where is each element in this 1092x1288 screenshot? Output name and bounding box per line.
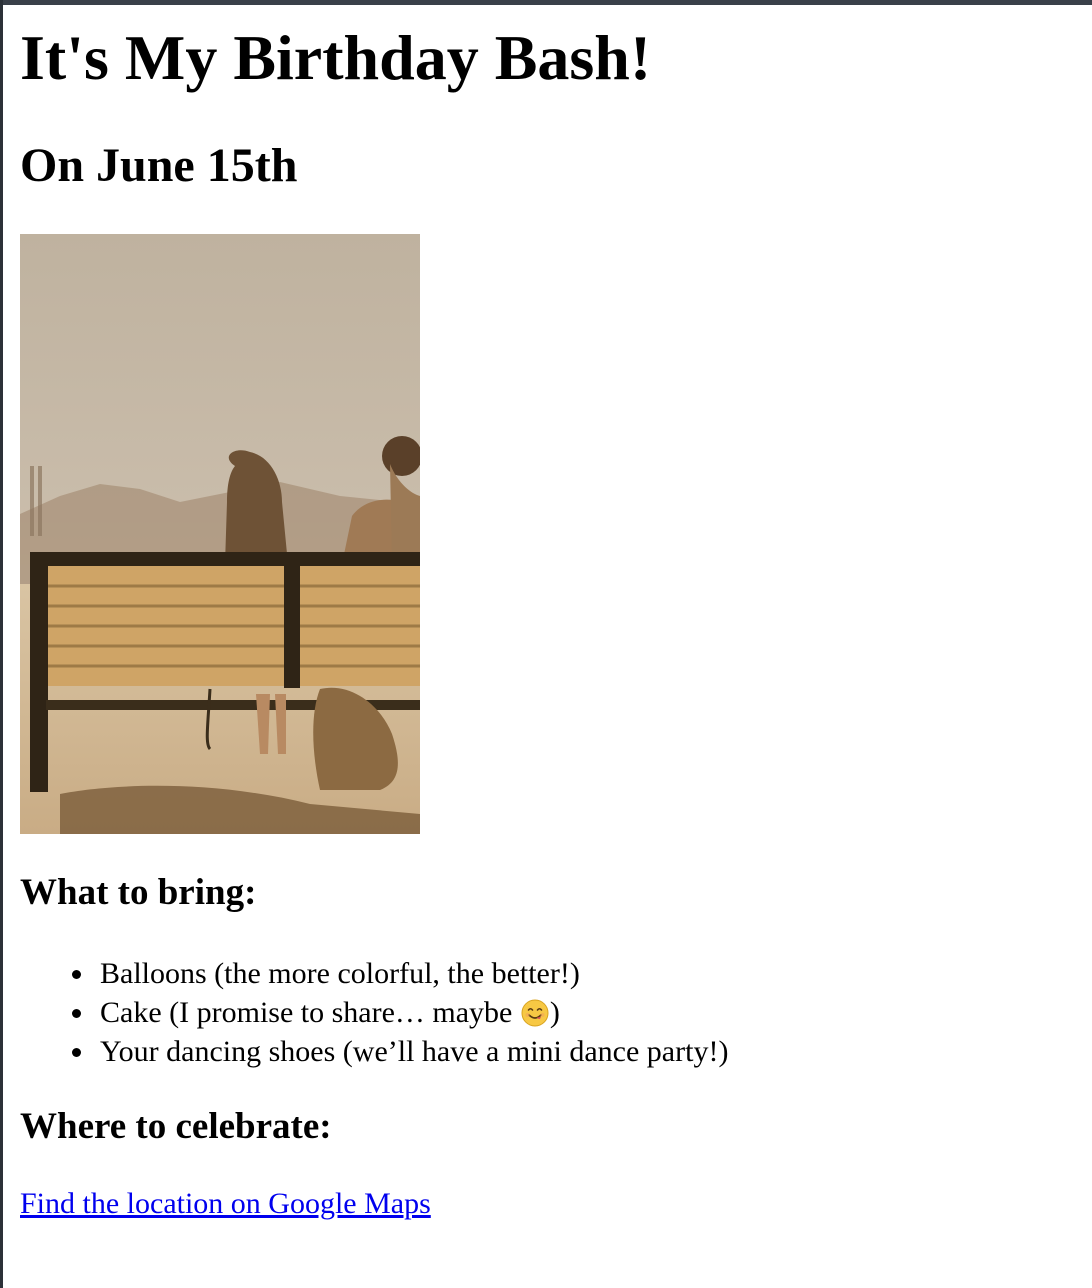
list-item: Your dancing shoes (we’ll have a mini da… <box>72 1032 729 1071</box>
party-photo <box>20 234 420 834</box>
list-item-text: Your dancing shoes (we’ll have a mini da… <box>100 1035 729 1068</box>
page-title: It's My Birthday Bash! <box>20 22 652 93</box>
bullet-icon <box>72 970 81 979</box>
list-item-text: Balloons (the more colorful, the better!… <box>100 957 580 990</box>
window-left-edge <box>0 0 3 1288</box>
browser-top-edge <box>0 0 1092 5</box>
list-item: Balloons (the more colorful, the better!… <box>72 954 728 993</box>
list-item-text-end: ) <box>549 996 560 1029</box>
bullet-icon <box>72 1009 81 1018</box>
list-item: Cake (I promise to share… maybe ) <box>72 993 728 1032</box>
where-heading: Where to celebrate: <box>20 1106 332 1147</box>
smiling-face-icon <box>521 999 549 1027</box>
bring-list: Balloons (the more colorful, the better!… <box>20 954 728 1071</box>
bullet-icon <box>72 1048 81 1057</box>
google-maps-link[interactable]: Find the location on Google Maps <box>20 1186 431 1222</box>
page-subtitle: On June 15th <box>20 139 298 192</box>
bring-heading: What to bring: <box>20 872 257 913</box>
list-item-text: Cake (I promise to share… maybe <box>100 996 520 1029</box>
